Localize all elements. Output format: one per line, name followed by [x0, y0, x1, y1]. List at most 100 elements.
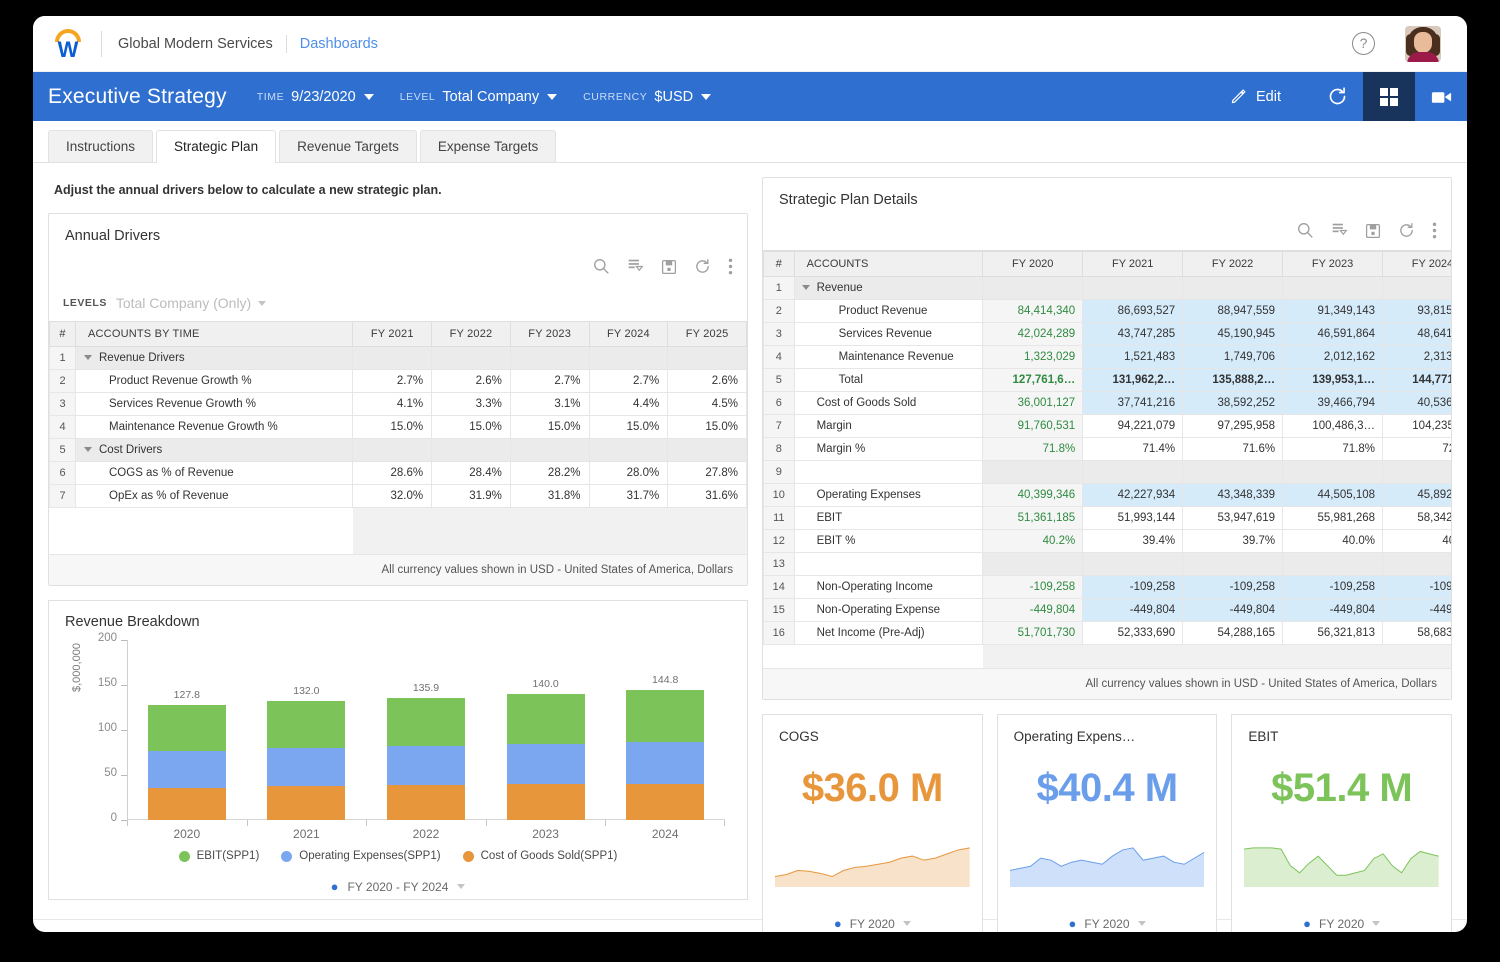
row-value[interactable]: 55,981,268 — [1283, 507, 1383, 530]
bar-segment[interactable] — [148, 788, 226, 820]
row-value[interactable]: 36,001,127 — [983, 392, 1083, 415]
bar-segment[interactable] — [148, 705, 226, 751]
row-value[interactable]: 38,592,252 — [1183, 392, 1283, 415]
row-value[interactable] — [1283, 553, 1383, 576]
stacked-bar[interactable] — [626, 690, 704, 820]
row-value[interactable]: 71.8% — [1283, 438, 1383, 461]
row-value[interactable] — [668, 439, 747, 462]
table-row[interactable]: 11EBIT51,361,18551,993,14453,947,61955,9… — [764, 507, 1452, 530]
chevron-down-icon[interactable] — [84, 447, 92, 452]
row-value[interactable]: 28.0% — [589, 462, 668, 485]
table-row[interactable]: 4Maintenance Revenue1,323,0291,521,4831,… — [764, 346, 1452, 369]
row-value[interactable]: 28.4% — [432, 462, 511, 485]
row-value[interactable]: 93,815,570 — [1383, 300, 1451, 323]
workday-logo-icon[interactable]: W — [51, 27, 85, 61]
time-filter[interactable]: TIME 9/23/2020 — [257, 89, 374, 105]
row-value[interactable]: -449,804 — [1383, 599, 1451, 622]
row-value[interactable]: 4.4% — [589, 393, 668, 416]
avatar[interactable] — [1405, 26, 1441, 62]
row-value[interactable]: 31.6% — [668, 485, 747, 508]
bar-segment[interactable] — [267, 701, 345, 748]
row-value[interactable] — [983, 461, 1083, 484]
row-value[interactable]: 1,521,483 — [1083, 346, 1183, 369]
bar-segment[interactable] — [267, 748, 345, 786]
row-value[interactable] — [668, 347, 747, 370]
row-value[interactable]: 2.7% — [510, 370, 589, 393]
table-row[interactable]: 12EBIT %40.2%39.4%39.7%40.0%40.3%40 — [764, 530, 1452, 553]
table-row[interactable]: 7Margin91,760,53194,221,07997,295,958100… — [764, 415, 1452, 438]
row-value[interactable] — [1083, 277, 1183, 300]
edit-button[interactable]: Edit — [1230, 88, 1281, 105]
row-value[interactable]: 94,221,079 — [1083, 415, 1183, 438]
bar-group[interactable]: 132.0 — [247, 640, 367, 820]
row-value[interactable]: 2,012,162 — [1283, 346, 1383, 369]
row-value[interactable]: 86,693,527 — [1083, 300, 1183, 323]
currency-filter[interactable]: CURRENCY $USD — [583, 89, 711, 105]
table-row[interactable]: 4Maintenance Revenue Growth %15.0%15.0%1… — [50, 416, 747, 439]
row-value[interactable]: 15.0% — [432, 416, 511, 439]
help-icon[interactable]: ? — [1352, 32, 1375, 55]
bar-group[interactable]: 144.8 — [605, 640, 725, 820]
row-value[interactable]: 37,741,216 — [1083, 392, 1183, 415]
table-row[interactable]: 2Product Revenue Growth %2.7%2.6%2.7%2.7… — [50, 370, 747, 393]
row-value[interactable]: 40.2% — [983, 530, 1083, 553]
bar-segment[interactable] — [507, 744, 585, 784]
tab-instructions[interactable]: Instructions — [48, 130, 153, 162]
row-value[interactable]: 84,414,340 — [983, 300, 1083, 323]
row-value[interactable]: 45,892,553 — [1383, 484, 1451, 507]
row-value[interactable]: 43,747,285 — [1083, 323, 1183, 346]
row-value[interactable]: 51,701,730 — [983, 622, 1083, 645]
row-value[interactable]: 46,591,864 — [1283, 323, 1383, 346]
row-value[interactable]: 15.0% — [510, 416, 589, 439]
stacked-bar[interactable] — [387, 698, 465, 820]
more-icon[interactable] — [728, 258, 733, 280]
row-value[interactable]: 139,953,1… — [1283, 369, 1383, 392]
row-value[interactable]: 51,993,144 — [1083, 507, 1183, 530]
row-value[interactable]: -449,804 — [1283, 599, 1383, 622]
tab-expense-targets[interactable]: Expense Targets — [420, 130, 556, 162]
row-value[interactable]: -109,258 — [1283, 576, 1383, 599]
table-row[interactable]: 5Total127,761,6…131,962,2…135,888,2…139,… — [764, 369, 1452, 392]
row-value[interactable]: 100,486,3… — [1283, 415, 1383, 438]
bar-segment[interactable] — [626, 784, 704, 820]
row-value[interactable]: -109,258 — [1383, 576, 1451, 599]
table-row[interactable]: 8Margin %71.8%71.4%71.6%71.8%72.0%72 — [764, 438, 1452, 461]
row-value[interactable]: 2,313,986 — [1383, 346, 1451, 369]
row-value[interactable] — [1383, 553, 1451, 576]
row-value[interactable]: 54,288,165 — [1183, 622, 1283, 645]
row-value[interactable]: 15.0% — [589, 416, 668, 439]
bar-segment[interactable] — [626, 690, 704, 742]
search-icon[interactable] — [1297, 222, 1314, 244]
search-icon[interactable] — [593, 258, 610, 280]
row-value[interactable]: 42,227,934 — [1083, 484, 1183, 507]
row-value[interactable] — [983, 553, 1083, 576]
table-row[interactable]: 1Revenue Drivers — [50, 347, 747, 370]
row-value[interactable]: 58,683,445 — [1383, 622, 1451, 645]
row-value[interactable] — [1283, 461, 1383, 484]
bar-group[interactable]: 140.0 — [486, 640, 606, 820]
kpi-period-selector[interactable]: ●FY 2020 — [763, 916, 982, 931]
row-value[interactable]: 58,342,899 — [1383, 507, 1451, 530]
row-value[interactable] — [432, 347, 511, 370]
save-icon[interactable] — [1365, 223, 1381, 244]
row-value[interactable] — [1183, 277, 1283, 300]
bar-segment[interactable] — [387, 746, 465, 785]
row-value[interactable]: 2.7% — [589, 370, 668, 393]
legend-item[interactable]: EBIT(SPP1) — [179, 850, 260, 862]
bar-segment[interactable] — [626, 742, 704, 783]
row-value[interactable]: -449,804 — [983, 599, 1083, 622]
row-value[interactable]: -109,258 — [983, 576, 1083, 599]
row-value[interactable]: 4.1% — [353, 393, 432, 416]
row-value[interactable] — [1383, 461, 1451, 484]
row-value[interactable] — [983, 277, 1083, 300]
row-value[interactable] — [432, 439, 511, 462]
legend-item[interactable]: Operating Expenses(SPP1) — [281, 850, 440, 862]
row-value[interactable]: 1,749,706 — [1183, 346, 1283, 369]
row-value[interactable]: 28.2% — [510, 462, 589, 485]
row-value[interactable]: 52,333,690 — [1083, 622, 1183, 645]
row-value[interactable]: 48,641,906 — [1383, 323, 1451, 346]
bar-segment[interactable] — [267, 786, 345, 820]
refresh-icon[interactable] — [694, 258, 711, 280]
row-value[interactable]: 127,761,6… — [983, 369, 1083, 392]
table-row[interactable]: 3Services Revenue Growth %4.1%3.3%3.1%4.… — [50, 393, 747, 416]
